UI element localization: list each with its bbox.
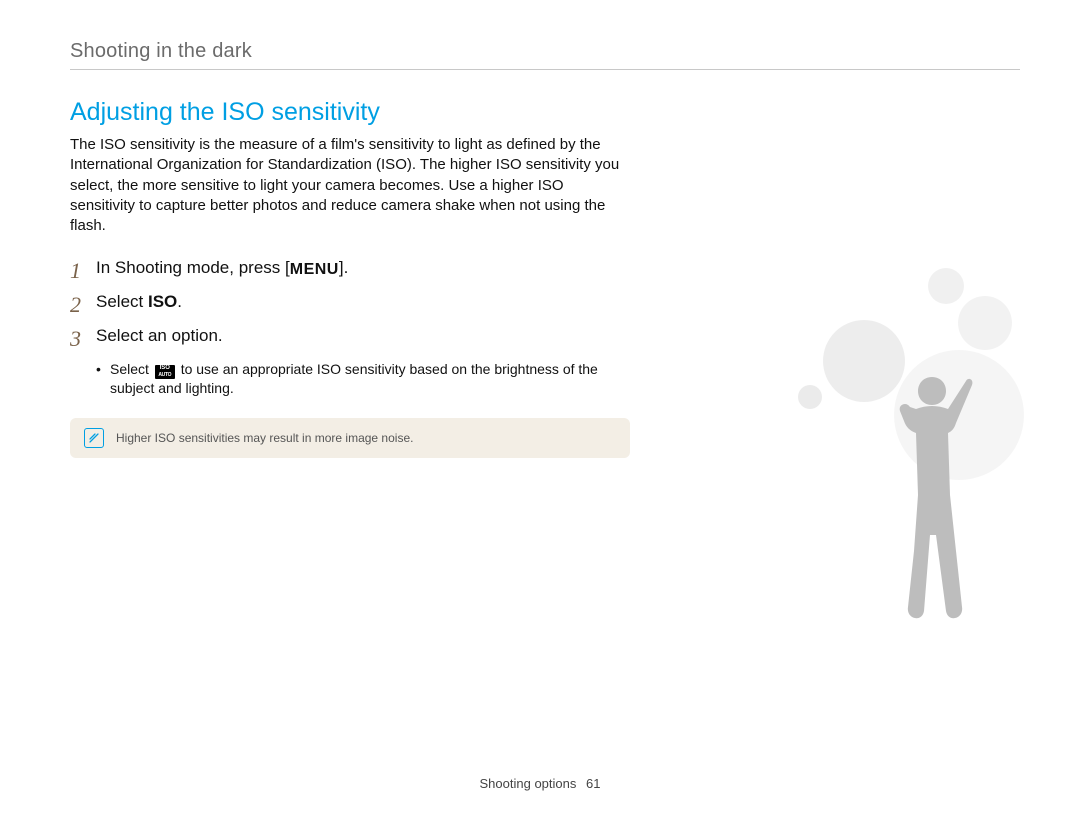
note-callout: Higher ISO sensitivities may result in m… — [70, 418, 630, 458]
step-post: ]. — [339, 258, 348, 277]
breadcrumb: Shooting in the dark — [70, 40, 1020, 63]
step-number: 2 — [70, 294, 96, 316]
step-number: 3 — [70, 328, 96, 350]
note-text: Higher ISO sensitivities may result in m… — [116, 431, 413, 445]
bubble-icon — [798, 385, 822, 409]
step-text: In Shooting mode, press [MENU]. — [96, 258, 348, 279]
iso-auto-icon: ISOAUTO — [155, 365, 175, 379]
main-content: Adjusting the ISO sensitivity The ISO se… — [70, 98, 630, 458]
iso-auto-icon-top: ISO — [155, 365, 175, 372]
step-3: 3 Select an option. — [70, 326, 630, 350]
step-pre: In Shooting mode, press [ — [96, 258, 290, 277]
sub-bullet: • Select ISOAUTO to use an appropriate I… — [96, 360, 630, 398]
sub-pre: Select — [110, 361, 153, 377]
iso-auto-icon-bottom: AUTO — [155, 372, 175, 379]
step-2: 2 Select ISO. — [70, 292, 630, 316]
bubble-icon — [928, 268, 964, 304]
bubble-icon — [958, 296, 1012, 350]
menu-button-label: MENU — [290, 261, 339, 279]
step-1: 1 In Shooting mode, press [MENU]. — [70, 258, 630, 282]
step-text: Select an option. — [96, 326, 223, 346]
step-list: 1 In Shooting mode, press [MENU]. 2 Sele… — [70, 258, 630, 350]
step-pre: Select an option. — [96, 326, 223, 345]
step-post: . — [177, 292, 182, 311]
intro-paragraph: The ISO sensitivity is the measure of a … — [70, 135, 630, 236]
step-text: Select ISO. — [96, 292, 182, 312]
decorative-illustration — [720, 260, 1020, 700]
note-icon — [84, 428, 104, 448]
step-pre: Select — [96, 292, 148, 311]
sub-text: Select ISOAUTO to use an appropriate ISO… — [110, 360, 630, 398]
page-title: Adjusting the ISO sensitivity — [70, 98, 630, 127]
sub-post: to use an appropriate ISO sensitivity ba… — [110, 361, 598, 396]
document-page: Shooting in the dark Adjusting the ISO s… — [0, 0, 1080, 815]
divider — [70, 69, 1020, 70]
footer-section: Shooting options — [480, 776, 577, 791]
child-silhouette-icon — [870, 375, 990, 675]
page-footer: Shooting options 61 — [0, 776, 1080, 791]
page-number: 61 — [586, 776, 600, 791]
step-strong: ISO — [148, 292, 177, 311]
bullet-icon: • — [96, 360, 110, 398]
step-number: 1 — [70, 260, 96, 282]
